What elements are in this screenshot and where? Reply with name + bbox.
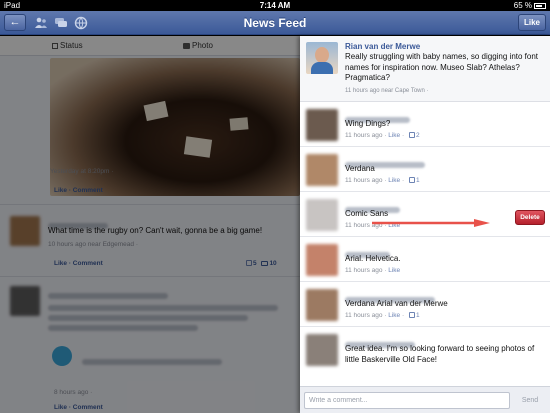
like-thumb-icon — [408, 312, 415, 318]
page-title: News Feed — [243, 16, 307, 30]
avatar[interactable] — [306, 42, 338, 74]
comment-input[interactable] — [304, 392, 510, 409]
comment-text: Verdana Arial van der Merwe — [345, 299, 448, 308]
clock: 7:14 AM — [259, 1, 291, 10]
comment-likes-count[interactable]: 2 — [416, 132, 420, 139]
avatar-body — [311, 62, 333, 74]
avatar[interactable] — [306, 289, 338, 321]
battery-icon — [534, 3, 546, 9]
like-thumb-icon — [408, 177, 415, 183]
comment-time: 11 hours ago — [345, 267, 383, 274]
nav-bar: ← News Feed Like — [0, 11, 550, 35]
comment-time: 11 hours ago — [345, 312, 383, 319]
comment-text: Great idea. I'm so looking forward to se… — [345, 344, 535, 364]
comment-like-link[interactable]: Like — [388, 177, 400, 184]
battery-indicator: 65 % — [514, 1, 546, 10]
post-author[interactable]: Rian van der Merwe — [345, 42, 420, 51]
comment-meta: 11 hours ago · Like — [345, 267, 401, 274]
comment-item: Great idea. I'm so looking forward to se… — [300, 328, 550, 386]
comment-like-link[interactable]: Like — [388, 312, 400, 319]
comment-text: Arial. Helvetica. — [345, 254, 401, 263]
avatar[interactable] — [306, 334, 338, 366]
avatar[interactable] — [306, 154, 338, 186]
comment-text: Wing Dings? — [345, 119, 391, 128]
comment-time: 11 hours ago — [345, 177, 383, 184]
post-text: Really struggling with baby names, so di… — [345, 52, 538, 82]
comment-likes-count[interactable]: 1 — [416, 312, 420, 319]
delete-comment-button[interactable]: Delete — [515, 210, 545, 225]
comment-like-link[interactable]: Like — [388, 267, 400, 274]
comment-item: Verdana 11 hours ago · Like · 1 — [300, 148, 550, 192]
battery-label: 65 % — [513, 1, 532, 10]
comment-text: Verdana — [345, 164, 375, 173]
comment-meta: 11 hours ago · Like · 2 — [345, 132, 420, 139]
comment-item: Wing Dings? 11 hours ago · Like · 2 — [300, 103, 550, 147]
avatar[interactable] — [306, 244, 338, 276]
nav-like-button[interactable]: Like — [518, 14, 546, 31]
avatar-head — [315, 47, 329, 63]
avatar[interactable] — [306, 199, 338, 231]
comment-likes-count[interactable]: 1 — [416, 177, 420, 184]
comment-item: Arial. Helvetica. 11 hours ago · Like — [300, 238, 550, 282]
status-bar: iPad 7:14 AM 65 % — [0, 0, 550, 11]
original-post: Rian van der Merwe Really struggling wit… — [300, 36, 550, 102]
send-button[interactable]: Send — [514, 392, 546, 409]
comment-meta: 11 hours ago · Like · 1 — [345, 177, 420, 184]
like-thumb-icon — [408, 132, 415, 138]
avatar[interactable] — [306, 109, 338, 141]
comment-item: Comic Sans 11 hours ago · Like Delete — [300, 193, 550, 237]
comment-meta: 11 hours ago · Like · 1 — [345, 312, 420, 319]
comment-time: 11 hours ago — [345, 132, 383, 139]
comment-item: Verdana Arial van der Merwe 11 hours ago… — [300, 283, 550, 327]
comment-composer: Send — [300, 386, 550, 413]
post-meta: 11 hours ago near Cape Town · — [345, 88, 429, 94]
swipe-arrow-icon — [372, 219, 490, 227]
feed-dim-overlay — [0, 36, 300, 413]
comment-like-link[interactable]: Like — [388, 132, 400, 139]
